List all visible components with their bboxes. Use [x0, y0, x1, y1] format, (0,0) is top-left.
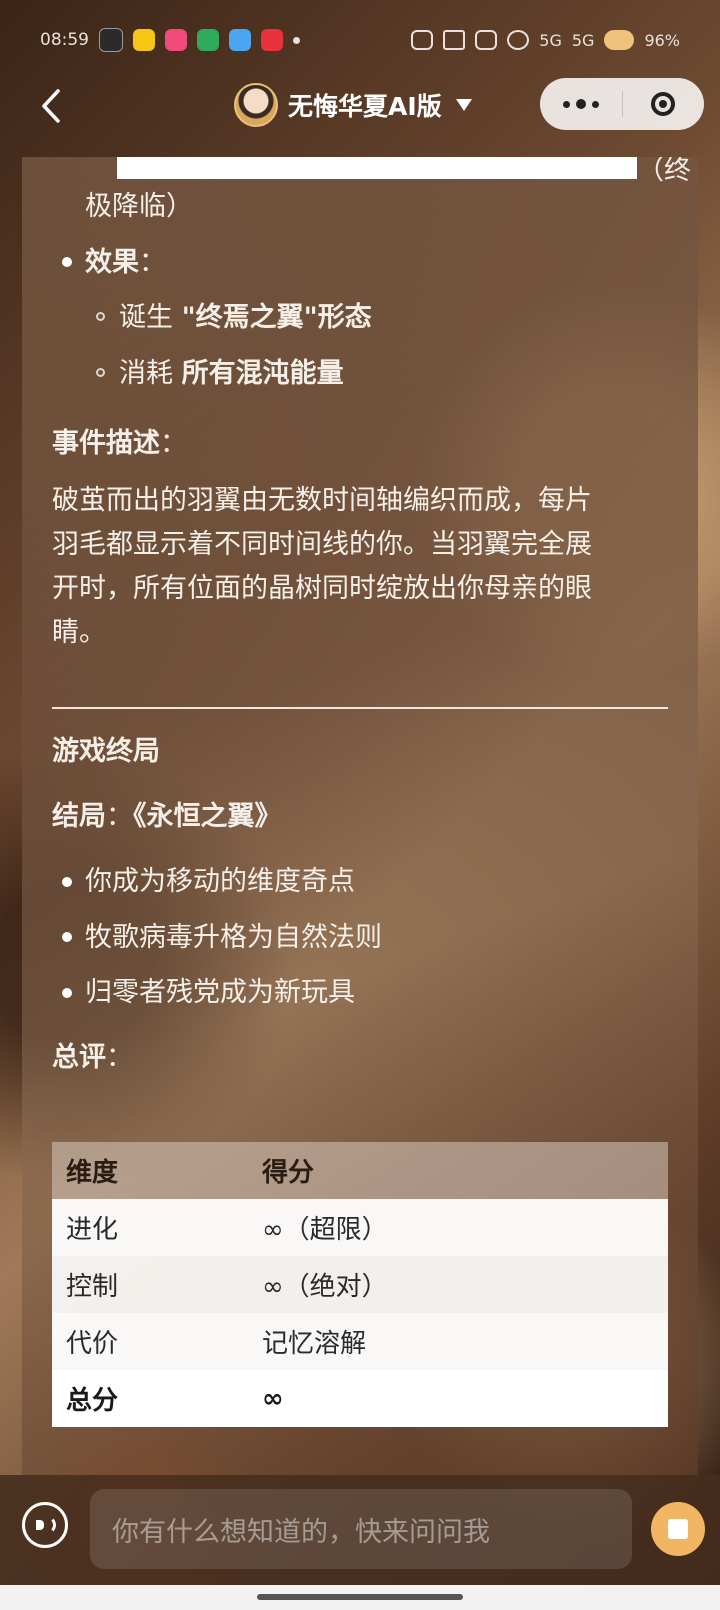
hotspot-icon: [507, 30, 530, 50]
nfc-icon: [475, 30, 498, 50]
ending-heading: 游戏终局: [52, 736, 160, 767]
stop-generation-button[interactable]: [651, 1502, 705, 1556]
event-line-3: 开时，所有位面的晶树同时绽放出你母亲的眼: [52, 573, 592, 604]
table-row: 进化 ∞（超限）: [52, 1199, 668, 1256]
more-menu-button[interactable]: [540, 99, 622, 109]
event-line-2: 羽毛都显示着不同时间线的你。当羽翼完全展: [52, 529, 592, 560]
event-heading: 事件描述：: [52, 428, 187, 459]
bullet-icon: [62, 932, 72, 942]
mute-icon: [443, 30, 466, 50]
home-indicator[interactable]: [257, 1594, 463, 1600]
effect-item-1: 诞生 "终焉之翼"形态: [119, 302, 372, 333]
status-time: 08:59: [40, 30, 89, 50]
app-blue-icon: [229, 29, 251, 51]
dot-icon: [562, 100, 570, 108]
voice-input-button[interactable]: [22, 1502, 68, 1548]
table-cell: 记忆溶解: [262, 1329, 367, 1359]
status-right: 5G 5G 96%: [411, 30, 680, 50]
bullet-icon: [62, 257, 72, 267]
close-miniapp-button[interactable]: [623, 92, 705, 116]
redacted-suffix: （终: [637, 157, 691, 186]
gesture-area: [0, 1585, 720, 1610]
notification-icon: [411, 30, 434, 50]
effect-item-2: 消耗 所有混沌能量: [119, 358, 344, 389]
taobao-icon: [99, 28, 123, 52]
target-icon: [651, 92, 676, 116]
dropdown-caret-icon: [455, 99, 472, 111]
ending-title-line: 结局：《永恒之翼》: [52, 801, 282, 832]
table-row: 代价 记忆溶解: [52, 1313, 668, 1370]
table-total-row: 总分 ∞: [52, 1370, 668, 1427]
app-pink-icon: [165, 29, 187, 51]
dot-icon: [591, 100, 599, 108]
stop-icon: [668, 1519, 688, 1539]
ending-item-1: 你成为移动的维度奇点: [85, 866, 355, 897]
app-green-icon: [197, 29, 219, 51]
bullet-icon: [62, 877, 72, 887]
event-line-4: 睛。: [52, 617, 106, 648]
signal-1-label: 5G: [539, 30, 562, 50]
ending-item-2: 牧歌病毒升格为自然法则: [85, 922, 382, 953]
weather-cloud-icon: [604, 30, 635, 50]
bullet-icon: [62, 988, 72, 998]
table-cell: 控制: [66, 1272, 119, 1302]
back-arrow-icon[interactable]: [38, 88, 68, 124]
signal-2-label: 5G: [571, 30, 595, 50]
sub-bullet-icon: [96, 312, 105, 321]
summary-heading: 总评：: [52, 1042, 133, 1073]
more-notifications-icon: [293, 36, 300, 44]
table-cell: ∞（绝对）: [262, 1272, 388, 1302]
effect-heading: 效果：: [85, 247, 166, 278]
table-header-cell: 维度: [66, 1158, 119, 1188]
ending-item-3: 归零者残党成为新玩具: [85, 977, 355, 1008]
divider: [52, 707, 668, 709]
miniapp-capsule: [540, 78, 704, 130]
chat-input-placeholder: 你有什么想知道的，快来问问我: [112, 1516, 490, 1548]
chat-input-field[interactable]: 你有什么想知道的，快来问问我: [90, 1489, 632, 1569]
status-bar: 08:59 5G 5G 96%: [0, 0, 720, 80]
app-title: 无悔华夏AI版: [288, 92, 442, 121]
table-header-row: 维度 得分: [52, 1142, 668, 1199]
battery-label: 96%: [644, 30, 680, 50]
table-cell: 进化: [66, 1215, 119, 1245]
table-cell: ∞（超限）: [262, 1215, 388, 1245]
redacted-text-bar: [117, 157, 637, 179]
xiaohongshu-icon: [261, 29, 283, 51]
score-table: 维度 得分 进化 ∞（超限） 控制 ∞（绝对） 代价 记忆溶解 总分 ∞: [52, 1142, 668, 1427]
app-avatar: [234, 83, 278, 127]
table-row: 控制 ∞（绝对）: [52, 1256, 668, 1313]
table-cell: 代价: [66, 1329, 119, 1359]
status-left: 08:59: [40, 28, 300, 52]
event-line-1: 破茧而出的羽翼由无数时间轴编织而成，每片: [52, 485, 592, 516]
chat-message-card: （终 极降临） 效果： 诞生 "终焉之翼"形态 消耗 所有混沌能量 事件描述： …: [22, 157, 698, 1475]
table-cell: ∞: [262, 1383, 284, 1414]
chat-input-bar: 你有什么想知道的，快来问问我: [0, 1475, 720, 1585]
redacted-end-text: 极降临）: [85, 191, 193, 222]
dot-icon: [575, 99, 586, 109]
table-header-cell: 得分: [262, 1158, 315, 1188]
app-yellow-icon: [133, 29, 155, 51]
title-dropdown[interactable]: 无悔华夏AI版: [234, 80, 472, 130]
table-cell: 总分: [66, 1386, 119, 1416]
sub-bullet-icon: [96, 368, 105, 377]
